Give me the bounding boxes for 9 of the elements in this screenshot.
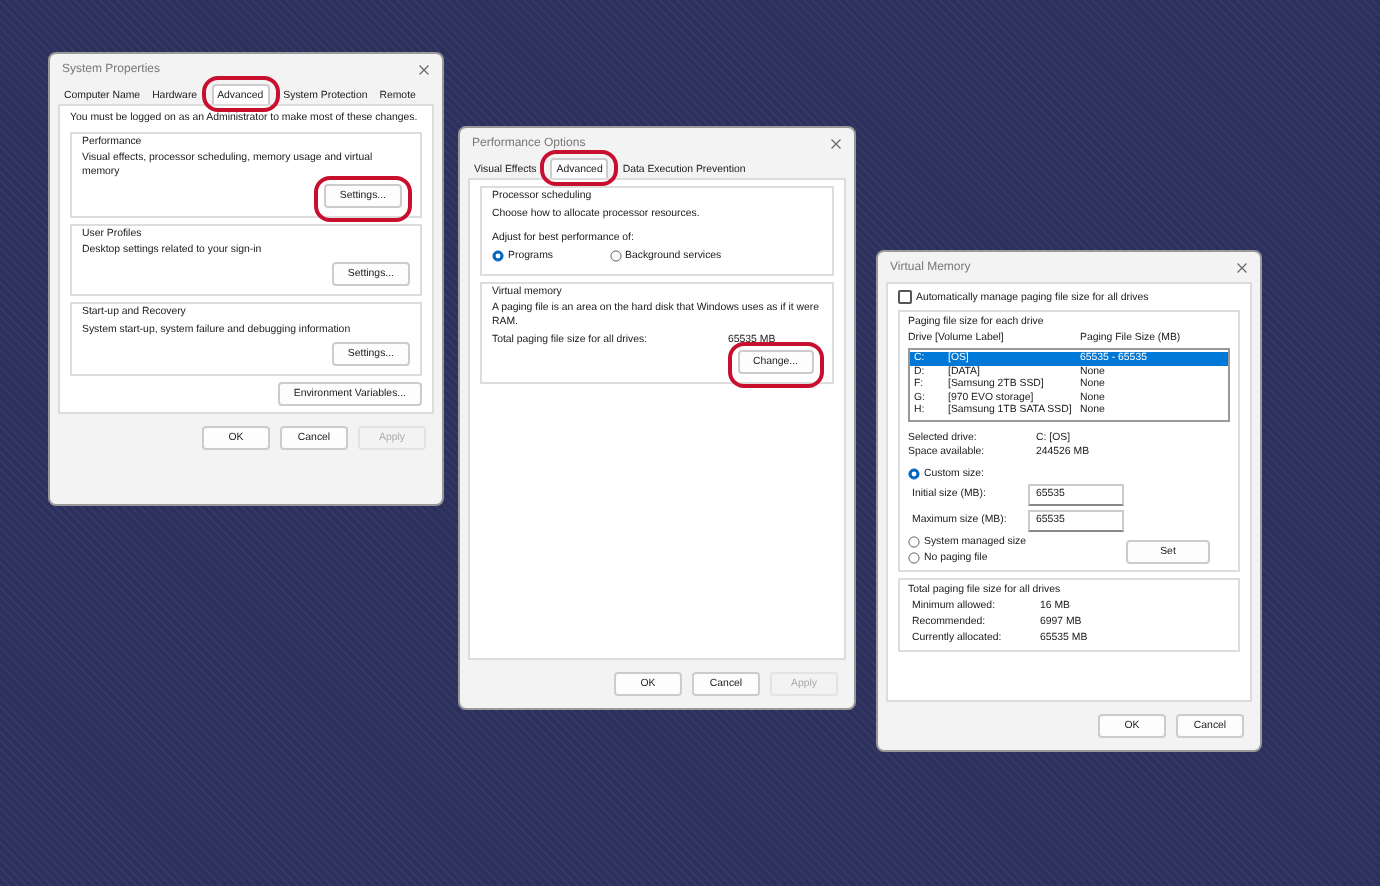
radio-button[interactable] [908, 535, 920, 547]
radio-button[interactable] [908, 551, 920, 563]
close-icon[interactable] [418, 63, 430, 75]
radio-button[interactable] [609, 249, 621, 261]
radio-button[interactable] [908, 467, 920, 479]
radio-button[interactable] [492, 249, 504, 261]
checkbox[interactable] [898, 290, 912, 304]
close-icon[interactable] [830, 137, 842, 149]
close-icon[interactable] [1236, 261, 1248, 273]
